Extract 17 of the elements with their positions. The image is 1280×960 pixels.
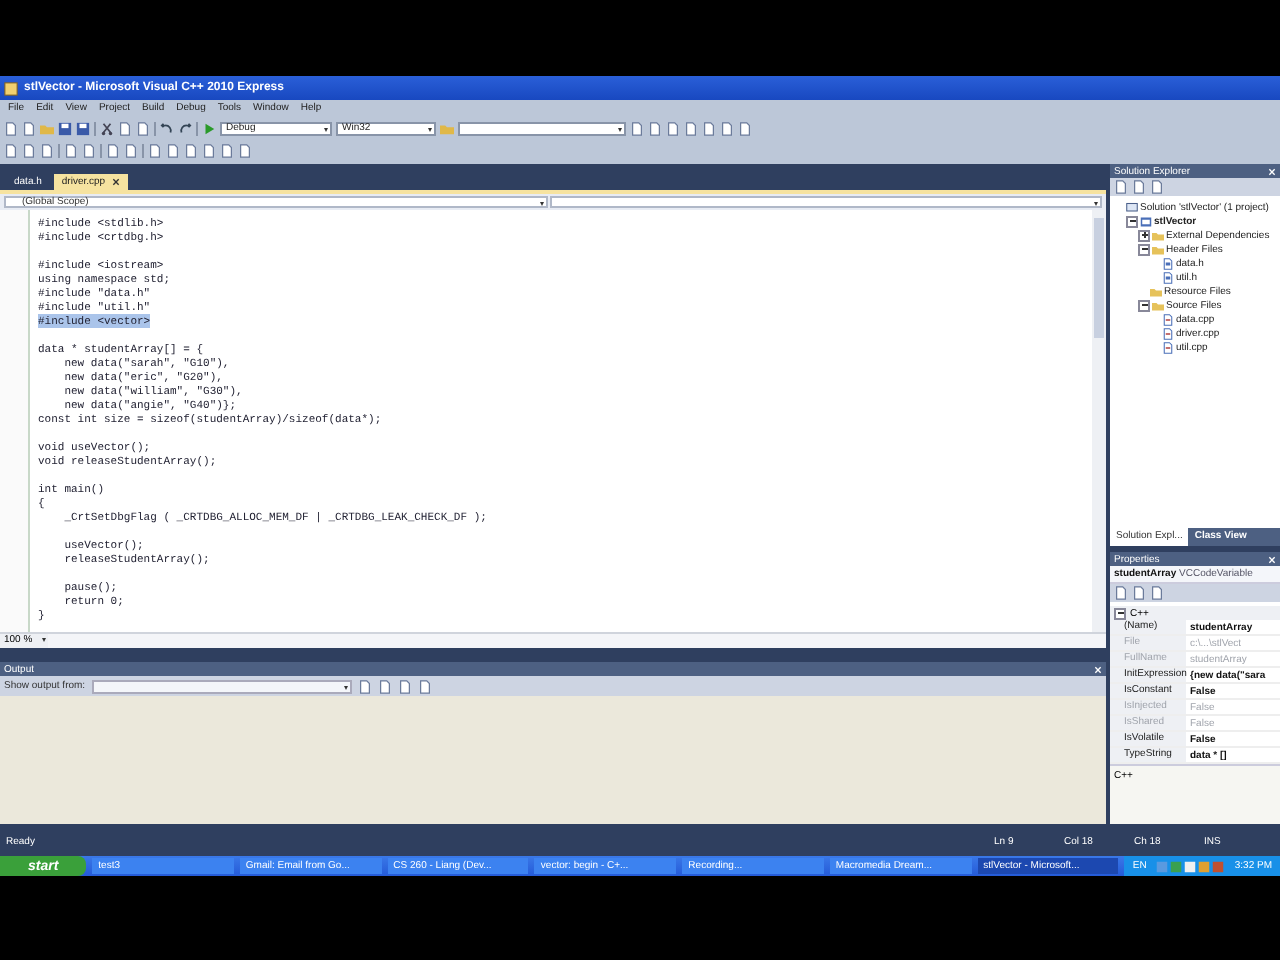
expander-icon[interactable] [1138,229,1150,241]
tray-icons[interactable] [1154,859,1227,873]
app-icon [4,81,18,95]
find-dropdown[interactable] [458,121,626,135]
solution-icon [1126,201,1138,213]
expander-icon[interactable] [1138,299,1150,311]
redo-arrow-icon[interactable] [178,121,192,135]
scrollbar[interactable] [48,634,1106,648]
scrollbar[interactable] [1092,210,1106,632]
collapse-icon[interactable] [1114,607,1126,619]
scissors-icon[interactable] [100,121,114,135]
expander-icon[interactable] [1126,215,1138,227]
undo-arrow-icon[interactable] [160,121,174,135]
close-icon[interactable] [111,178,120,186]
project-icon [1140,215,1152,227]
expander-icon[interactable] [1138,243,1150,255]
play-icon[interactable] [202,121,216,135]
